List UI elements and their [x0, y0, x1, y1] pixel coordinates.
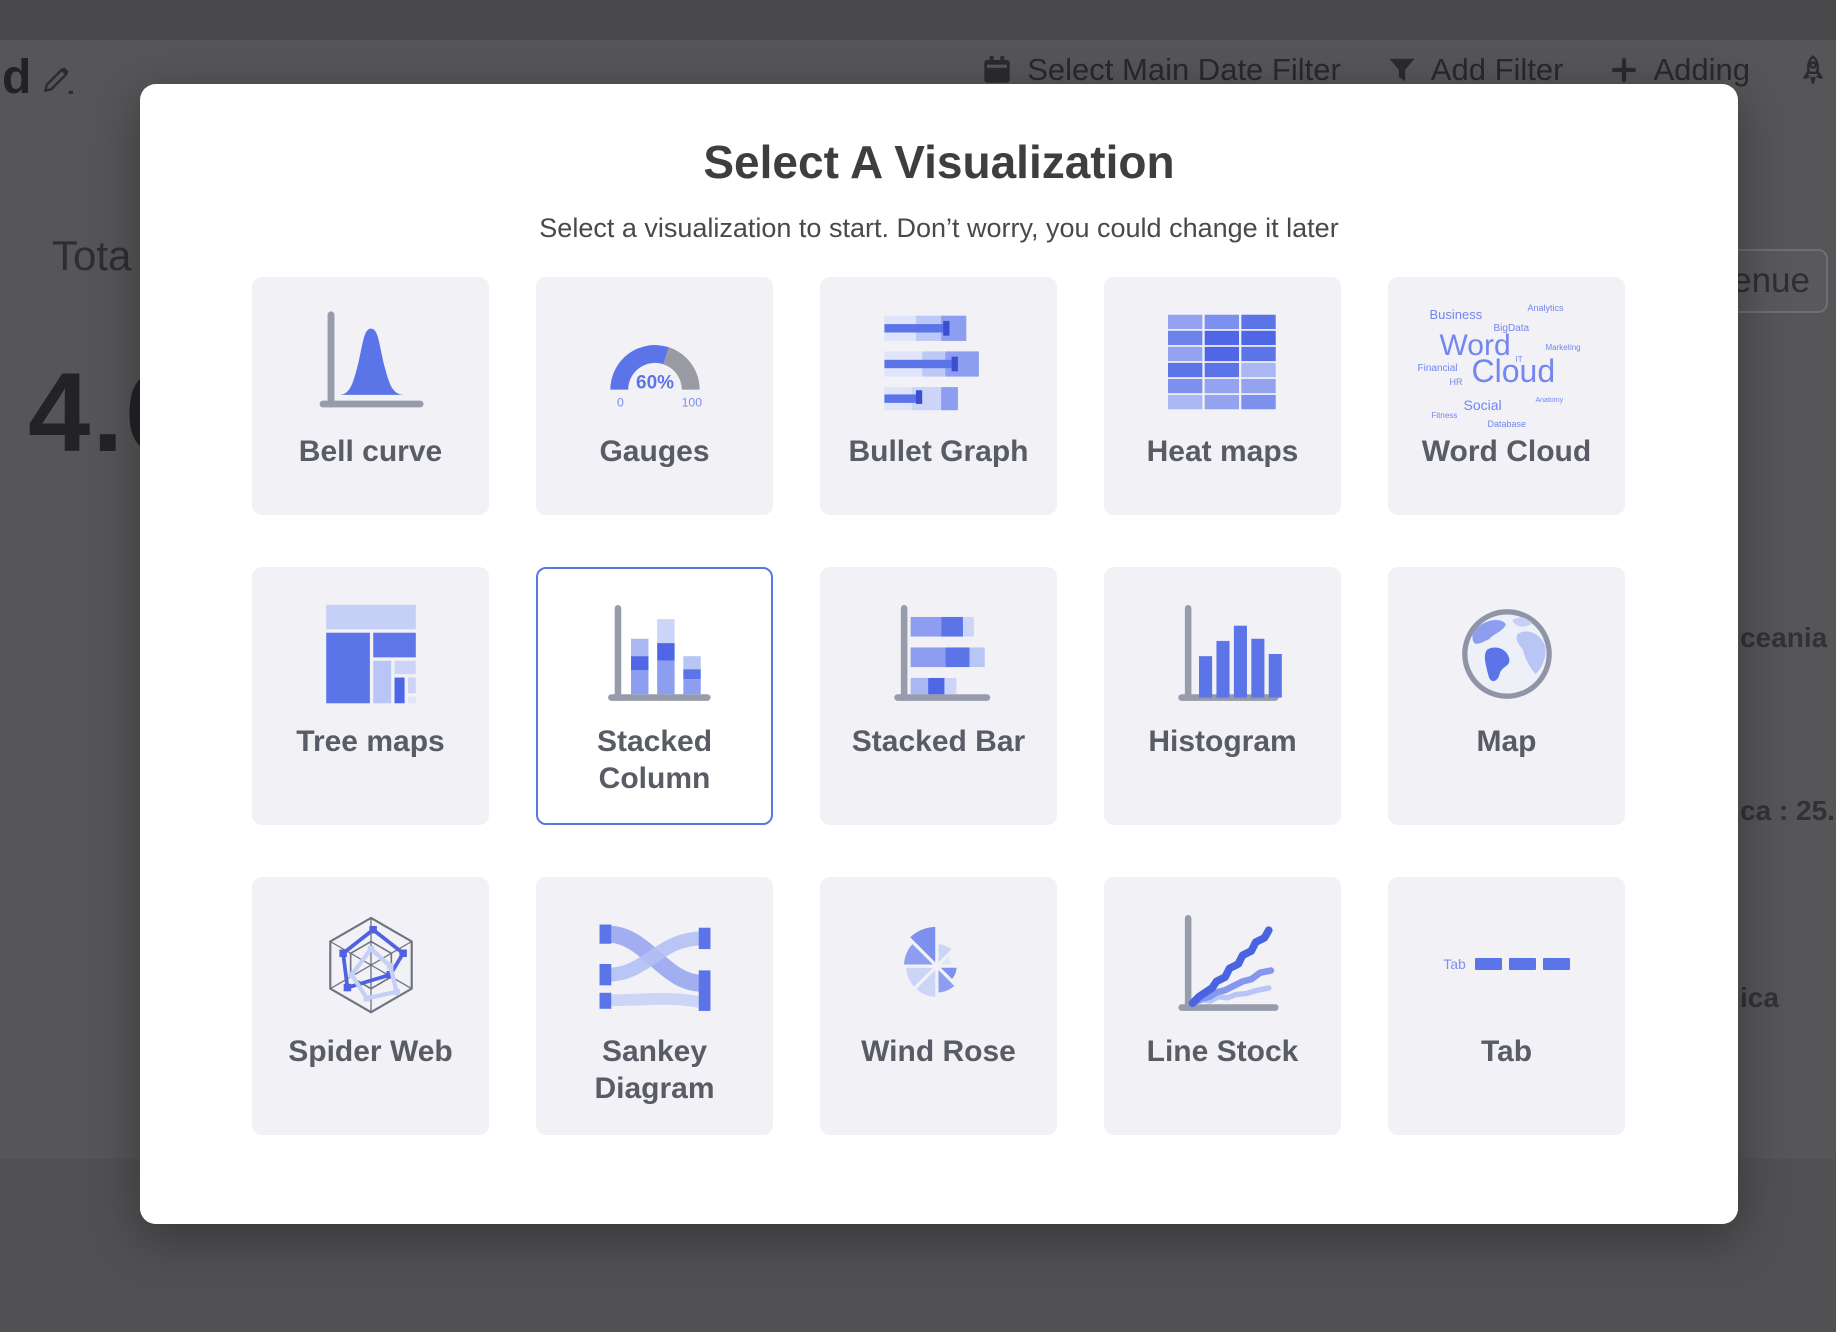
viz-card-partial[interactable]	[1388, 1187, 1625, 1224]
viz-card-gauges[interactable]: 60% 0 100 Gauges	[536, 277, 773, 515]
filter-funnel-icon	[1387, 55, 1417, 85]
gauge-max: 100	[681, 395, 702, 409]
viz-card-partial[interactable]	[536, 1187, 773, 1224]
viz-card-tree-maps[interactable]: Tree maps	[252, 567, 489, 825]
select-main-date-filter-label: Select Main Date Filter	[1027, 52, 1341, 88]
calendar-icon	[981, 54, 1013, 86]
gauge-min: 0	[616, 395, 623, 409]
viz-card-spider-web[interactable]: Spider Web	[252, 877, 489, 1135]
viz-card-stacked-bar[interactable]: Stacked Bar	[820, 567, 1057, 825]
heat-map-icon	[1168, 305, 1278, 423]
legend-label-africa: ca : 25.95	[1740, 795, 1836, 827]
viz-card-map[interactable]: Map	[1388, 567, 1625, 825]
viz-card-sankey-diagram[interactable]: Sankey Diagram	[536, 877, 773, 1135]
viz-card-stacked-column[interactable]: Stacked Column	[536, 567, 773, 825]
bell-curve-icon	[307, 305, 435, 423]
viz-card-tab[interactable]: Tab Tab	[1388, 877, 1625, 1135]
viz-card-heat-maps[interactable]: Heat maps	[1104, 277, 1341, 515]
adding-button[interactable]: Adding	[1609, 52, 1750, 88]
viz-card-partial[interactable]	[820, 1187, 1057, 1224]
modal-subtitle: Select a visualization to start. Don’t w…	[140, 212, 1738, 244]
modal-title: Select A Visualization	[140, 136, 1738, 188]
dashboard-title-fragment: d	[2, 50, 31, 105]
legend-label-america: ica	[1740, 982, 1779, 1014]
viz-card-histogram[interactable]: Histogram	[1104, 567, 1341, 825]
gauge-icon: 60% 0 100	[588, 305, 722, 423]
add-filter-button[interactable]: Add Filter	[1387, 52, 1564, 88]
plus-icon	[1609, 55, 1639, 85]
adding-label: Adding	[1653, 52, 1750, 88]
rocket-button[interactable]	[1796, 53, 1830, 87]
histogram-icon	[1162, 595, 1284, 713]
rocket-icon	[1796, 53, 1830, 87]
tab-icon: Tab	[1443, 905, 1570, 1023]
legend-label-oceania: ceania : 8	[1740, 622, 1836, 654]
visualization-grid: Bell curve 60% 0 100 Gauges	[252, 277, 1626, 1224]
line-stock-icon	[1162, 905, 1284, 1023]
globe-map-icon	[1449, 595, 1565, 713]
viz-label: Tab	[1481, 1033, 1532, 1070]
background-topbar	[0, 0, 1836, 40]
viz-card-partial[interactable]	[1104, 1187, 1341, 1224]
viz-label: Line Stock	[1147, 1033, 1299, 1070]
add-filter-label: Add Filter	[1431, 52, 1564, 88]
viz-label: Gauges	[599, 433, 709, 470]
viz-label: Tree maps	[296, 723, 444, 760]
stacked-bar-icon	[878, 595, 1000, 713]
viz-label: Heat maps	[1147, 433, 1299, 470]
viz-card-line-stock[interactable]: Line Stock	[1104, 877, 1341, 1135]
viz-label: Bullet Graph	[848, 433, 1028, 470]
viz-card-bell-curve[interactable]: Bell curve	[252, 277, 489, 515]
select-main-date-filter-button[interactable]: Select Main Date Filter	[981, 52, 1341, 88]
word-cloud-icon: Business Analytics BigData Word Marketin…	[1416, 305, 1598, 423]
sankey-diagram-icon	[591, 905, 719, 1023]
stacked-column-icon	[594, 595, 716, 713]
gauge-value: 60%	[636, 373, 674, 394]
viz-card-word-cloud[interactable]: Business Analytics BigData Word Marketin…	[1388, 277, 1625, 515]
bullet-graph-icon	[876, 305, 1002, 423]
viz-card-wind-rose[interactable]: Wind Rose	[820, 877, 1057, 1135]
viz-label: Word Cloud	[1422, 433, 1591, 470]
viz-label: Sankey Diagram	[548, 1033, 761, 1107]
viz-label: Bell curve	[299, 433, 442, 470]
kpi-title-fragment: Tota	[52, 232, 131, 280]
viz-label: Spider Web	[288, 1033, 452, 1070]
viz-card-partial[interactable]	[252, 1187, 489, 1224]
edit-pencil-icon[interactable]	[40, 60, 76, 96]
viz-label: Histogram	[1148, 723, 1296, 760]
viz-label: Stacked Bar	[852, 723, 1025, 760]
screen: { "colors": { "accent": "#5b74e8", "acce…	[0, 0, 1836, 1332]
viz-label: Map	[1477, 723, 1537, 760]
viz-label: Wind Rose	[861, 1033, 1016, 1070]
viz-card-bullet-graph[interactable]: Bullet Graph	[820, 277, 1057, 515]
spider-web-icon	[311, 905, 431, 1023]
wind-rose-icon	[882, 905, 996, 1023]
select-visualization-modal: Select A Visualization Select a visualiz…	[140, 84, 1738, 1224]
background-toolbar: Select Main Date Filter Add Filter Addin…	[981, 52, 1830, 88]
tree-map-icon	[312, 595, 430, 713]
viz-label: Stacked Column	[548, 723, 761, 797]
